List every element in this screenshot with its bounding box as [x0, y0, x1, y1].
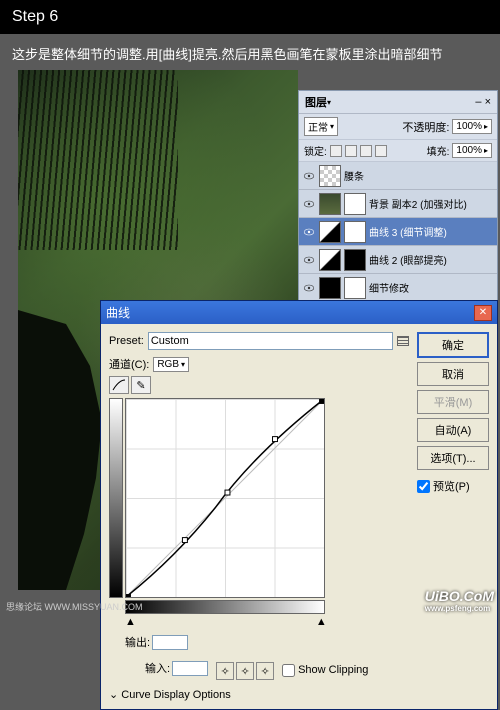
panel-minimize-icon[interactable]: –	[475, 96, 481, 108]
visibility-icon[interactable]	[302, 281, 316, 295]
lock-transparent-icon[interactable]	[330, 145, 342, 157]
layer-list: 腰条 背景 副本2 (加强对比) 曲线 3 (细节调整) 曲线 2 (眼部提亮)…	[299, 162, 497, 302]
blend-opacity-row: 正常▾ 不透明度: 100%▸	[299, 114, 497, 140]
preset-menu-icon[interactable]	[397, 336, 409, 346]
mask-thumbnail	[344, 193, 366, 215]
layer-name: 腰条	[344, 168, 494, 183]
watermark-forum: 思缘论坛 WWW.MISSYUAN.COM	[6, 600, 143, 613]
smooth-button: 平滑(M)	[417, 390, 489, 414]
white-eyedropper-icon[interactable]: ✧	[256, 662, 274, 680]
input-label: 输入:	[145, 660, 170, 676]
preset-select[interactable]: Custom	[148, 332, 393, 350]
step-banner: Step 6	[0, 0, 500, 34]
gray-eyedropper-icon[interactable]: ✧	[236, 662, 254, 680]
output-gradient	[109, 398, 123, 598]
layer-thumbnail	[319, 277, 341, 299]
visibility-icon[interactable]	[302, 169, 316, 183]
channel-select[interactable]: RGB ▾	[153, 357, 189, 372]
curve-graph[interactable]	[125, 398, 325, 598]
curves-dialog: 曲线 ✕ Preset: Custom 通道(C): RGB ▾ ✎	[100, 300, 498, 710]
layer-name: 曲线 2 (眼部提亮)	[369, 252, 494, 267]
lock-fill-row: 锁定: 填充: 100%▸	[299, 140, 497, 162]
show-clipping-input[interactable]	[282, 664, 295, 677]
fill-input[interactable]: 100%▸	[452, 143, 492, 158]
layer-thumbnail	[319, 165, 341, 187]
ok-button[interactable]: 确定	[417, 332, 489, 358]
cancel-button[interactable]: 取消	[417, 362, 489, 386]
auto-button[interactable]: 自动(A)	[417, 418, 489, 442]
layer-item[interactable]: 背景 副本2 (加强对比)	[299, 190, 497, 218]
black-point-slider[interactable]: ▲	[125, 616, 136, 628]
show-clipping-checkbox[interactable]: Show Clipping	[282, 664, 368, 677]
curve-point-tool[interactable]	[109, 376, 129, 394]
options-button[interactable]: 选项(T)...	[417, 446, 489, 470]
layer-name: 细节修改	[369, 280, 494, 295]
lock-label: 锁定:	[304, 143, 327, 158]
dialog-title: 曲线	[106, 304, 130, 321]
layer-item[interactable]: 细节修改	[299, 274, 497, 302]
mask-thumbnail	[344, 249, 366, 271]
adjustment-thumbnail	[319, 249, 341, 271]
panel-header: 图层 ▾ – ×	[299, 91, 497, 114]
white-point-slider[interactable]: ▲	[316, 616, 327, 628]
panel-menu-arrow[interactable]: ▾	[327, 98, 331, 107]
visibility-icon[interactable]	[302, 197, 316, 211]
input-field[interactable]	[172, 661, 208, 676]
step-label: Step 6	[12, 8, 58, 25]
preview-input[interactable]	[417, 480, 430, 493]
panel-title: 图层	[305, 94, 327, 110]
watermark-logo: UiBO.CoM www.psfeng.com	[425, 588, 494, 613]
preview-checkbox[interactable]: 预览(P)	[417, 478, 489, 494]
layers-panel: 图层 ▾ – × 正常▾ 不透明度: 100%▸ 锁定: 填充: 100%▸ 腰…	[298, 90, 498, 303]
opacity-label: 不透明度:	[402, 119, 449, 135]
step-description: 这步是整体细节的调整.用[曲线]提亮.然后用黑色画笔在蒙板里涂出暗部细节	[0, 34, 500, 73]
lock-position-icon[interactable]	[360, 145, 372, 157]
lock-pixels-icon[interactable]	[345, 145, 357, 157]
opacity-input[interactable]: 100%▸	[452, 119, 492, 134]
expand-chevron-icon: ⌄	[109, 689, 118, 701]
fill-label: 填充:	[427, 143, 450, 158]
preset-label: Preset:	[109, 335, 144, 347]
channel-label: 通道(C):	[109, 356, 149, 372]
panel-close-icon[interactable]: ×	[485, 96, 491, 108]
mask-thumbnail	[344, 221, 366, 243]
input-gradient	[125, 600, 325, 614]
dialog-close-button[interactable]: ✕	[474, 305, 492, 321]
visibility-icon[interactable]	[302, 253, 316, 267]
layer-item[interactable]: 曲线 2 (眼部提亮)	[299, 246, 497, 274]
layer-item-selected[interactable]: 曲线 3 (细节调整)	[299, 218, 497, 246]
dialog-titlebar[interactable]: 曲线 ✕	[101, 301, 497, 324]
mask-thumbnail	[344, 277, 366, 299]
blend-mode-select[interactable]: 正常▾	[304, 117, 338, 136]
curve-display-options-toggle[interactable]: ⌄ Curve Display Options	[109, 688, 409, 701]
black-eyedropper-icon[interactable]: ✧	[216, 662, 234, 680]
lock-all-icon[interactable]	[375, 145, 387, 157]
output-field[interactable]	[152, 635, 188, 650]
output-label: 输出:	[125, 634, 150, 650]
layer-name: 背景 副本2 (加强对比)	[369, 196, 494, 211]
adjustment-thumbnail	[319, 221, 341, 243]
layer-item[interactable]: 腰条	[299, 162, 497, 190]
layer-thumbnail	[319, 193, 341, 215]
curve-pencil-tool[interactable]: ✎	[131, 376, 151, 394]
layer-name: 曲线 3 (细节调整)	[369, 224, 494, 239]
visibility-icon[interactable]	[302, 225, 316, 239]
